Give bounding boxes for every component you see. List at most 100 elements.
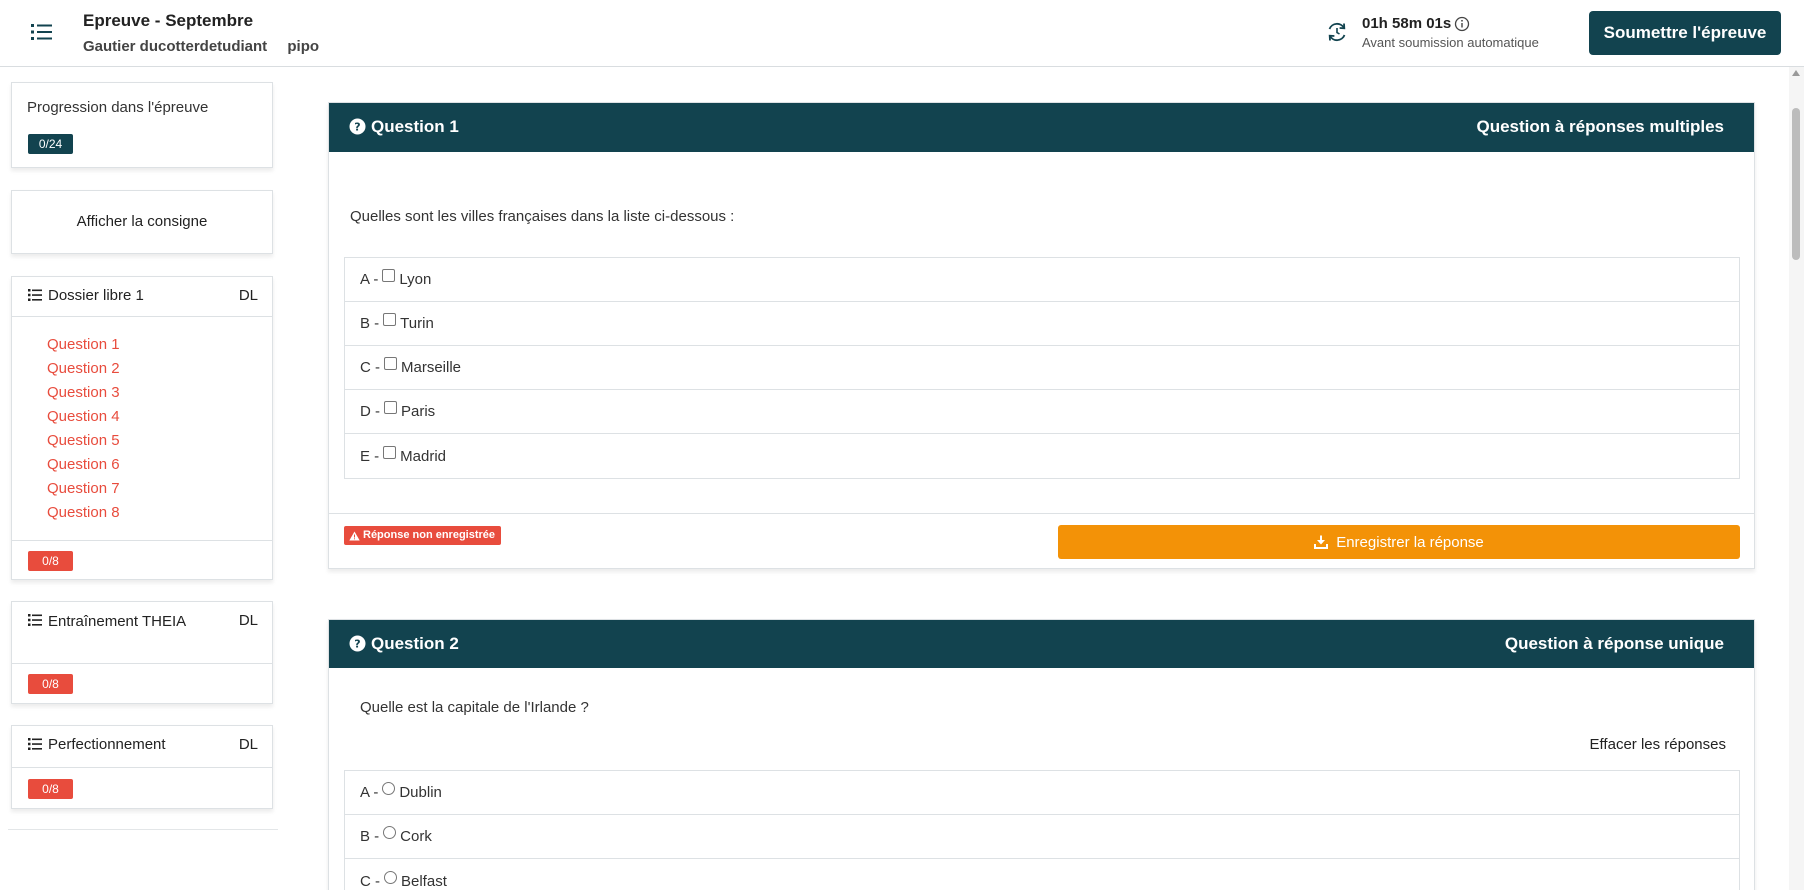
question-header: ? Question 2 Question à réponse unique <box>329 620 1754 668</box>
answer-letter: B - <box>360 315 380 332</box>
question-link-5[interactable]: Question 5 <box>47 429 120 453</box>
question-text: Quelles sont les villes françaises dans … <box>350 208 735 225</box>
section-card-dossier-libre: Dossier libre 1 DL Question 1 Question 2… <box>11 276 273 580</box>
answer-label: Turin <box>400 315 434 332</box>
answer-status-badge: Réponse non enregistrée <box>344 526 502 545</box>
section-tag: DL <box>238 612 258 629</box>
question-type: Question à réponses multiples <box>1476 117 1724 136</box>
section-tag: DL <box>238 736 258 753</box>
section-progress-badge: 0/8 <box>28 551 73 571</box>
top-bar: Epreuve - Septembre Gautier ducotterdetu… <box>0 0 1804 67</box>
answer-status-text: Réponse non enregistrée <box>363 529 496 541</box>
answer-radio[interactable] <box>384 870 397 884</box>
question-links: Question 1 Question 2 Question 3 Questio… <box>47 333 120 525</box>
answer-letter: D - <box>360 403 380 420</box>
question-link-8[interactable]: Question 8 <box>47 501 120 525</box>
clear-answers-link[interactable]: Effacer les réponses <box>1590 736 1726 753</box>
question-card-2: ? Question 2 Question à réponse unique Q… <box>328 619 1755 890</box>
answer-checkbox[interactable] <box>384 357 397 370</box>
section-title: Perfectionnement <box>48 736 166 753</box>
answer-letter: A - <box>360 784 379 801</box>
scrollbar-thumb[interactable] <box>1792 108 1800 260</box>
answer-label: Dublin <box>399 784 442 801</box>
download-icon <box>1314 535 1329 549</box>
answer-option-c[interactable]: C - Marseille <box>345 346 1739 390</box>
question-card-1: ? Question 1 Question à réponses multipl… <box>328 102 1755 569</box>
student-name: Gautier ducotterdetudiant <box>83 38 268 55</box>
answer-option-e[interactable]: E - Madrid <box>345 434 1739 478</box>
section-header[interactable]: Perfectionnement DL <box>12 726 272 768</box>
section-card-perfectionnement: Perfectionnement DL 0/8 <box>11 725 273 809</box>
sidebar-divider <box>8 829 278 830</box>
answer-checkbox[interactable] <box>382 269 396 282</box>
list-icon <box>28 289 42 301</box>
section-header[interactable]: Dossier libre 1 DL <box>12 277 272 317</box>
answer-letter: E - <box>360 447 380 465</box>
answer-option-d[interactable]: D - Paris <box>345 390 1739 434</box>
answer-letter: A - <box>360 271 379 288</box>
question-type: Question à réponse unique <box>1504 634 1724 653</box>
question-link-1[interactable]: Question 1 <box>47 333 120 357</box>
list-icon <box>28 738 42 750</box>
question-link-2[interactable]: Question 2 <box>47 357 120 381</box>
timer-refresh-icon <box>1328 22 1346 42</box>
answer-letter: C - <box>360 872 380 890</box>
section-title: Dossier libre 1 <box>48 287 144 304</box>
answer-checkbox[interactable] <box>384 401 397 414</box>
svg-text:?: ? <box>354 638 360 651</box>
question-text: Quelle est la capitale de l'Irlande ? <box>360 699 589 716</box>
answer-label: Cork <box>400 828 432 845</box>
answer-list: A - Lyon B - Turin C - Marseille D - Par… <box>344 257 1740 479</box>
answer-list: A - Dublin B - Cork C - Belfast <box>344 770 1740 890</box>
student-tag: pipo <box>287 38 320 55</box>
answer-letter: B - <box>360 828 380 845</box>
section-card-entrainement: Entraînement THEIA DL 0/8 <box>11 601 273 704</box>
student-info: Gautier ducotterdetudiant pipo <box>83 38 335 55</box>
progress-card: Progression dans l'épreuve 0/24 <box>11 82 273 168</box>
timer-label: Avant soumission automatique <box>1362 35 1539 50</box>
answer-radio[interactable] <box>382 782 396 795</box>
question-title: Question 2 <box>371 634 459 653</box>
answer-checkbox[interactable] <box>383 313 397 326</box>
answer-label: Paris <box>401 403 436 420</box>
question-link-4[interactable]: Question 4 <box>47 405 120 429</box>
answer-option-b[interactable]: B - Cork <box>345 815 1739 859</box>
question-link-6[interactable]: Question 6 <box>47 453 120 477</box>
list-menu-icon <box>31 24 52 40</box>
answer-checkbox[interactable] <box>383 445 397 459</box>
answer-option-c[interactable]: C - Belfast <box>345 859 1739 890</box>
section-title: Entraînement THEIA <box>48 613 187 630</box>
answer-option-a[interactable]: A - Lyon <box>345 258 1739 302</box>
scroll-up-arrow-icon[interactable] <box>1792 70 1800 76</box>
section-progress-badge: 0/8 <box>28 779 73 799</box>
show-instructions-button[interactable]: Afficher la consigne <box>11 190 273 254</box>
section-header[interactable]: Entraînement THEIA DL <box>12 602 272 664</box>
exam-title: Epreuve - Septembre <box>83 11 254 30</box>
menu-toggle-button[interactable] <box>28 20 56 44</box>
question-link-3[interactable]: Question 3 <box>47 381 120 405</box>
question-help-icon: ? <box>349 635 366 652</box>
answer-option-b[interactable]: B - Turin <box>345 302 1739 346</box>
answer-label: Madrid <box>400 447 447 465</box>
answer-label: Belfast <box>401 872 447 890</box>
answer-radio[interactable] <box>383 826 397 839</box>
submit-exam-button[interactable]: Soumettre l'épreuve <box>1589 11 1781 55</box>
section-footer: 0/8 <box>12 540 272 580</box>
save-answer-label: Enregistrer la réponse <box>1336 533 1484 551</box>
progress-label: Progression dans l'épreuve <box>27 99 209 116</box>
question-title: Question 1 <box>371 117 459 136</box>
section-tag: DL <box>238 287 258 304</box>
question-link-7[interactable]: Question 7 <box>47 477 120 501</box>
answer-option-a[interactable]: A - Dublin <box>345 771 1739 815</box>
answer-label: Lyon <box>399 271 432 288</box>
question-header: ? Question 1 Question à réponses multipl… <box>329 103 1754 152</box>
timer-value: 01h 58m 01s <box>1362 15 1452 32</box>
progress-badge: 0/24 <box>28 134 73 154</box>
question-help-icon: ? <box>349 118 366 135</box>
section-progress-badge: 0/8 <box>28 674 73 694</box>
answer-letter: C - <box>360 359 380 376</box>
save-answer-button[interactable]: Enregistrer la réponse <box>1058 525 1740 559</box>
answer-label: Marseille <box>401 359 462 376</box>
svg-text:?: ? <box>354 121 360 134</box>
info-icon[interactable] <box>1454 16 1470 32</box>
